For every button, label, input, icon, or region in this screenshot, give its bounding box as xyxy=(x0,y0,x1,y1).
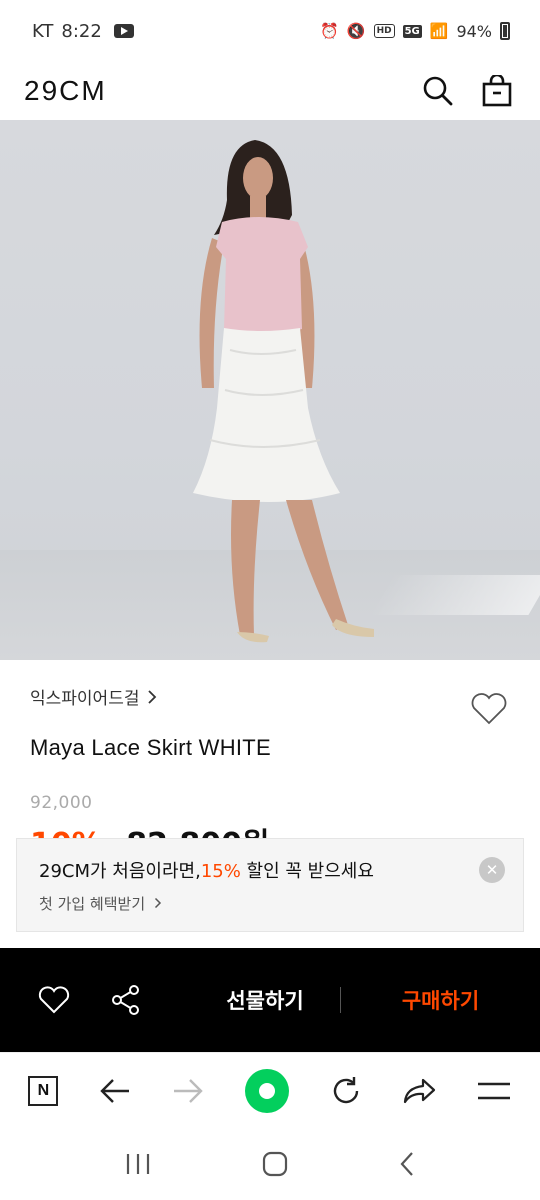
forward-arrow-icon[interactable] xyxy=(172,1077,204,1105)
coupon-discount: 15% xyxy=(200,861,241,882)
purchase-bar: 선물하기 구매하기 xyxy=(0,948,540,1052)
share-icon[interactable] xyxy=(110,984,142,1016)
clock: 8:22 xyxy=(61,20,102,42)
signup-coupon-banner[interactable]: 29CM가 처음이라면,15% 할인 꼭 받으세요 첫 가입 혜택받기 ✕ xyxy=(16,838,524,932)
status-right: ⏰ 🔇 HD 5G 📶 94% xyxy=(320,22,510,41)
mute-icon: 🔇 xyxy=(346,21,366,40)
status-left: KT 8:22 xyxy=(32,21,134,42)
naver-home-icon[interactable]: N xyxy=(28,1075,59,1106)
close-icon[interactable]: ✕ xyxy=(479,857,505,883)
purchase-button[interactable]: 구매하기 xyxy=(341,985,540,1015)
coupon-signup-link[interactable]: 첫 가입 혜택받기 xyxy=(39,893,501,914)
refresh-icon[interactable] xyxy=(330,1075,362,1107)
battery-icon xyxy=(500,22,510,40)
search-icon[interactable] xyxy=(422,75,454,107)
brand-link[interactable]: 익스파이어드걸 xyxy=(30,684,508,709)
wishlist-heart-icon[interactable] xyxy=(470,692,508,726)
brand-name: 익스파이어드걸 xyxy=(30,689,140,709)
product-image[interactable] xyxy=(0,120,540,660)
recent-apps-icon[interactable] xyxy=(125,1152,151,1176)
coupon-subtitle: 첫 가입 혜택받기 xyxy=(39,895,146,913)
chevron-right-icon xyxy=(154,897,161,909)
original-price: 92,000 xyxy=(30,793,93,813)
logo[interactable]: 29CM xyxy=(24,75,107,107)
heart-icon[interactable] xyxy=(38,985,70,1015)
battery-level: 94% xyxy=(456,21,492,41)
coupon-title-prefix: 29CM가 처음이라면, xyxy=(39,861,201,882)
gift-button[interactable]: 선물하기 xyxy=(190,985,340,1015)
hd-icon: HD xyxy=(373,24,395,38)
system-nav-bar xyxy=(0,1128,540,1200)
status-bar: KT 8:22 ⏰ 🔇 HD 5G 📶 94% xyxy=(0,0,540,62)
app-header: 29CM xyxy=(0,62,540,120)
green-dot-icon[interactable] xyxy=(244,1068,289,1113)
youtube-icon xyxy=(113,24,134,38)
model-figure xyxy=(193,140,374,643)
alarm-icon: ⏰ xyxy=(320,21,339,40)
menu-icon[interactable] xyxy=(477,1080,511,1102)
home-icon[interactable] xyxy=(262,1151,288,1177)
share-arrow-icon[interactable] xyxy=(403,1076,437,1106)
header-icons xyxy=(422,75,512,107)
buy-bar-icons xyxy=(0,984,190,1016)
network-type: 5G xyxy=(402,24,422,38)
product-info: 익스파이어드걸 Maya Lace Skirt WHITE 92,000 10%… xyxy=(0,660,540,841)
coupon-title: 29CM가 처음이라면,15% 할인 꼭 받으세요 xyxy=(39,857,501,883)
product-name: Maya Lace Skirt WHITE xyxy=(30,735,272,760)
shopping-bag-icon[interactable] xyxy=(482,75,512,107)
chevron-right-icon xyxy=(148,689,157,704)
back-icon[interactable] xyxy=(399,1151,415,1177)
browser-toolbar: N xyxy=(0,1052,540,1128)
carrier: KT xyxy=(32,20,54,42)
coupon-title-suffix: 할인 꼭 받으세요 xyxy=(240,861,374,882)
back-arrow-icon[interactable] xyxy=(99,1077,131,1105)
signal-icon: 📶 xyxy=(429,21,449,40)
